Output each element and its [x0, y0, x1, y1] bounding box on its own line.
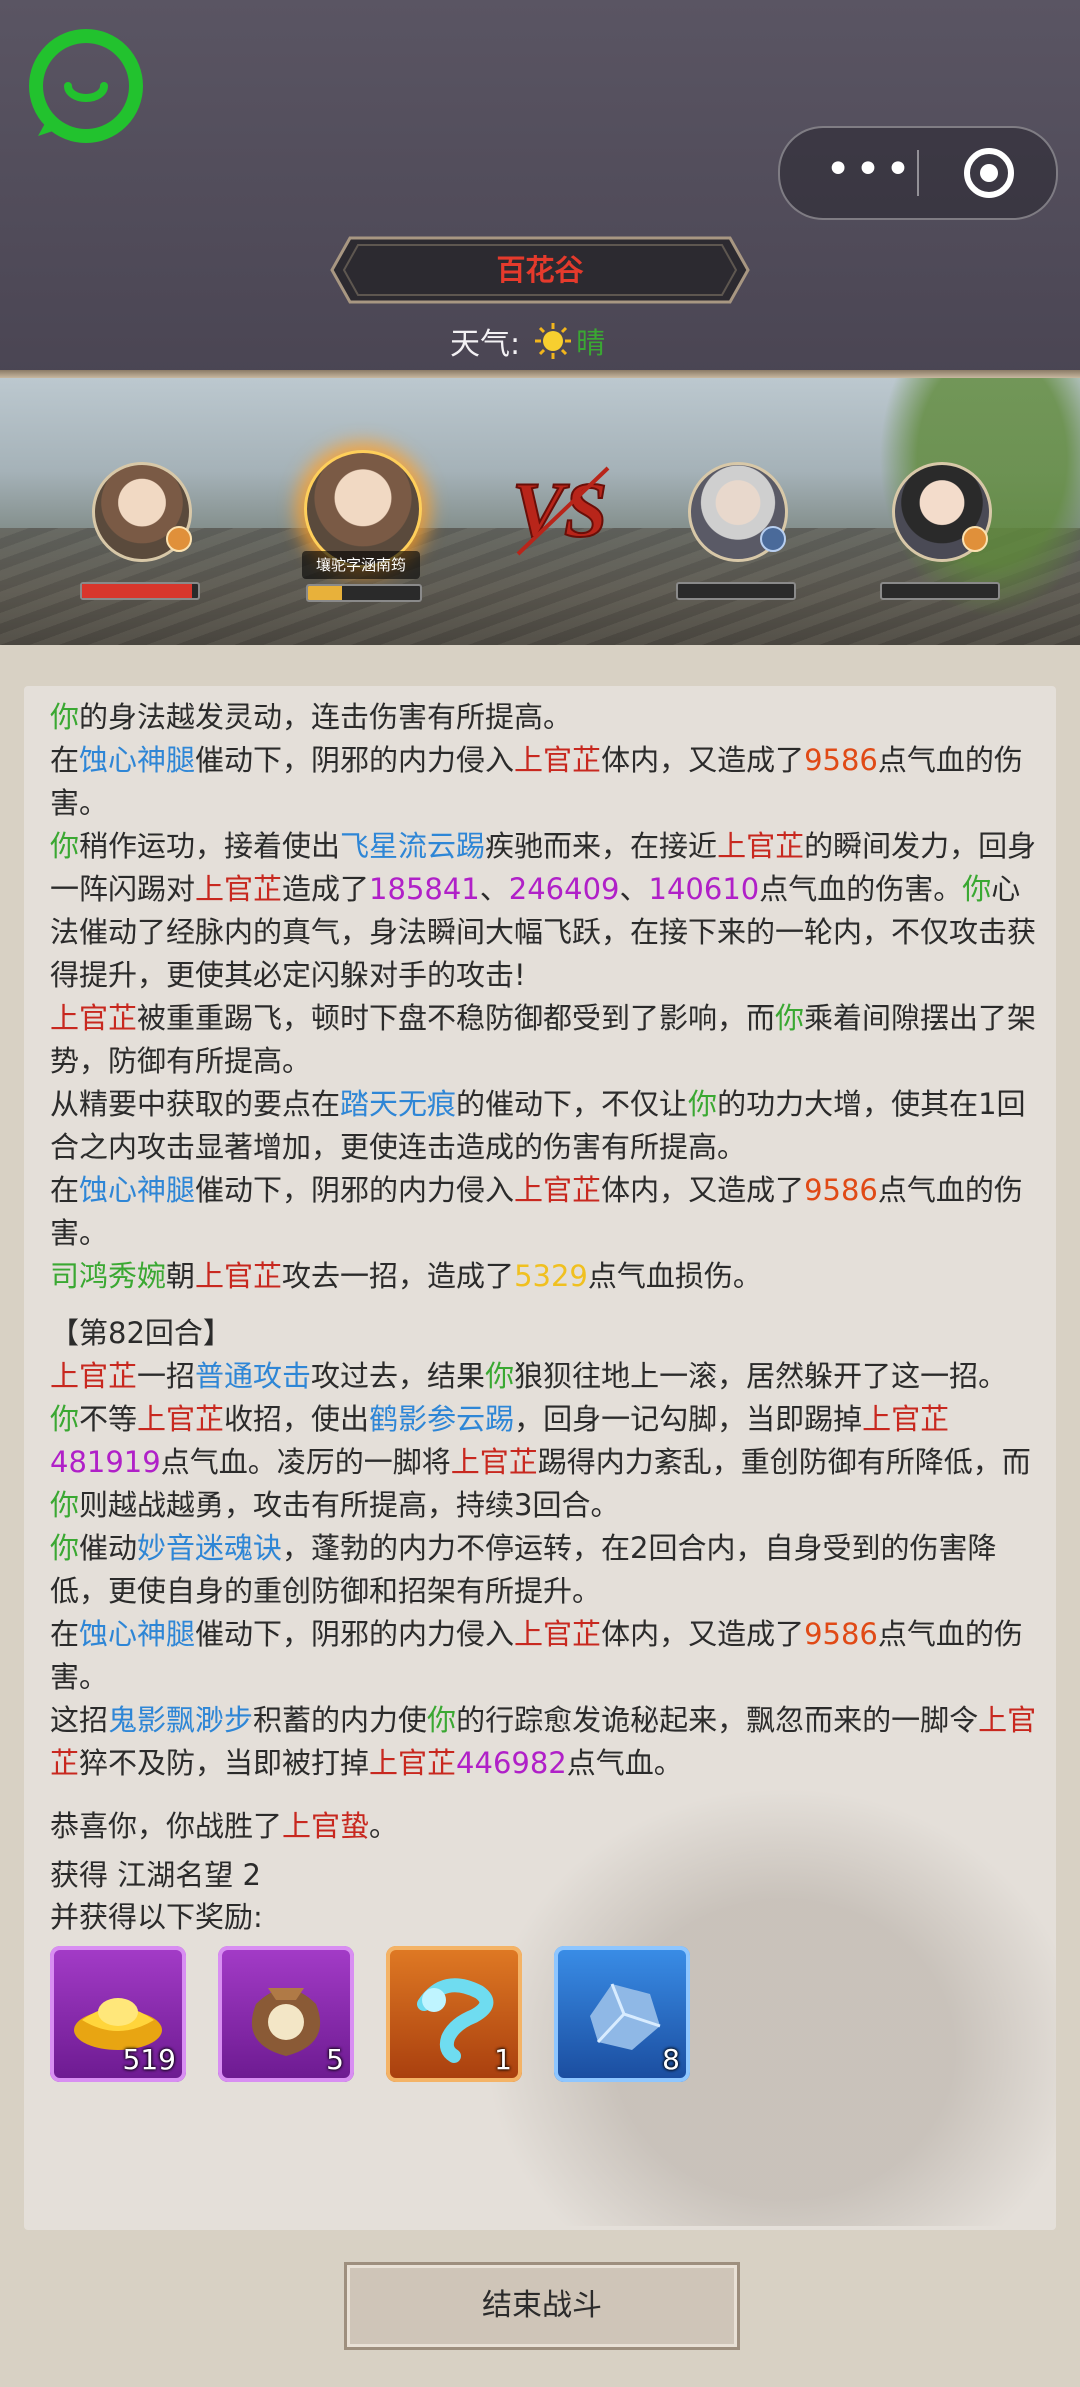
item-count: 519: [122, 2043, 176, 2076]
location-name: 百花谷: [496, 253, 584, 287]
log-line: 你的身法越发灵动，连击伤害有所提高。: [50, 700, 573, 734]
role-badge-icon: [962, 526, 988, 552]
chat-bubble-logo-icon[interactable]: [28, 28, 144, 144]
role-badge-icon: [760, 526, 786, 552]
active-hero-energy-fill: [308, 586, 342, 600]
log-line: 从精要中获取的要点在踏天无痕的催动下，不仅让你的功力大增，使其在1回合之内攻击显…: [50, 1087, 1026, 1164]
reward-items: 519 5 1 8: [50, 1946, 1040, 2082]
log-line: 在蚀心神腿催动下，阴邪的内力侵入上官芷体内，又造成了9586点气血的伤害。: [50, 1173, 1023, 1250]
role-badge-icon: [166, 526, 192, 552]
sun-icon: [535, 323, 572, 359]
log-line: 你催动妙音迷魂诀，蓬勃的内力不停运转，在2回合内，自身受到的伤害降低，更使自身的…: [50, 1531, 997, 1608]
mini-program-capsule: •••: [778, 126, 1058, 220]
log-line: 这招鬼影飘渺步积蓄的内力使你的行踪愈发诡秘起来，飘忽而来的一脚令上官芷猝不及防，…: [50, 1703, 1037, 1780]
victory-line: 恭喜你，你战胜了上官蛰。: [50, 1809, 399, 1843]
active-hero-energy-bar: [306, 584, 422, 602]
vs-emblem: VS: [511, 465, 610, 556]
fame-label: 获得: [50, 1858, 109, 1892]
blue-stone-icon: [590, 1983, 661, 2050]
reward-item[interactable]: 1: [386, 1946, 522, 2082]
fame-value: 江湖名望 2: [117, 1858, 261, 1892]
ally-hp-fill-1: [82, 584, 193, 598]
log-line: 在蚀心神腿催动下，阴邪的内力侵入上官芷体内，又造成了9586点气血的伤害。: [50, 743, 1023, 820]
item-count: 8: [662, 2043, 680, 2076]
fame-reward: 获得 江湖名望 2: [50, 1854, 1040, 1896]
more-dots-icon[interactable]: •••: [820, 148, 920, 194]
log-line: 在蚀心神腿催动下，阴邪的内力侵入上官芷体内，又造成了9586点气血的伤害。: [50, 1617, 1023, 1694]
round-label: 【第82回合】: [50, 1316, 232, 1350]
cyan-swirl-icon: [417, 1978, 494, 2063]
reward-heading: 并获得以下奖励:: [50, 1900, 263, 1934]
log-line: 上官芷被重重踢飞，顿时下盘不稳防御都受到了影响，而你乘着间隙摆出了架势，防御有所…: [50, 1001, 1037, 1078]
ally-hp-bar-1: [80, 582, 200, 600]
reward-item[interactable]: 519: [50, 1946, 186, 2082]
weather-label: 天气:: [450, 327, 521, 362]
end-battle-button[interactable]: 结束战斗: [344, 2262, 740, 2350]
item-count: 1: [494, 2043, 512, 2076]
log-line: 上官芷一招普通攻击攻过去，结果你狼狈往地上一滚，居然躲开了这一招。: [50, 1359, 1008, 1393]
enemy-hp-bar-2: [880, 582, 1000, 600]
svg-text:VS: VS: [512, 466, 607, 553]
capsule-divider: [917, 150, 919, 196]
weather-row: 天气: 晴: [450, 318, 605, 364]
item-count: 5: [326, 2043, 344, 2076]
weather-value: 晴: [576, 326, 606, 360]
log-line: 司鸿秀婉朝上官芷攻去一招，造成了5329点气血损伤。: [50, 1259, 762, 1293]
header-border: [0, 370, 1080, 378]
pouch-icon: [251, 1988, 321, 2056]
log-line: 你稍作运功，接着使出飞星流云踢疾驰而来，在接近上官芷的瞬间发力，回身一阵闪踢对上…: [50, 829, 1037, 992]
log-line: 你不等上官芷收招，使出鹤影参云踢，回身一记勾脚，当即踢掉上官芷481919点气血…: [50, 1402, 1031, 1522]
battle-log-panel[interactable]: 你的身法越发灵动，连击伤害有所提高。 在蚀心神腿催动下，阴邪的内力侵入上官芷体内…: [24, 686, 1056, 2230]
target-icon[interactable]: [962, 146, 1016, 200]
enemy-hp-bar-1: [676, 582, 796, 600]
reward-item[interactable]: 5: [218, 1946, 354, 2082]
reward-item[interactable]: 8: [554, 1946, 690, 2082]
active-hero-name: 壤驼字涵南筠: [302, 551, 420, 579]
